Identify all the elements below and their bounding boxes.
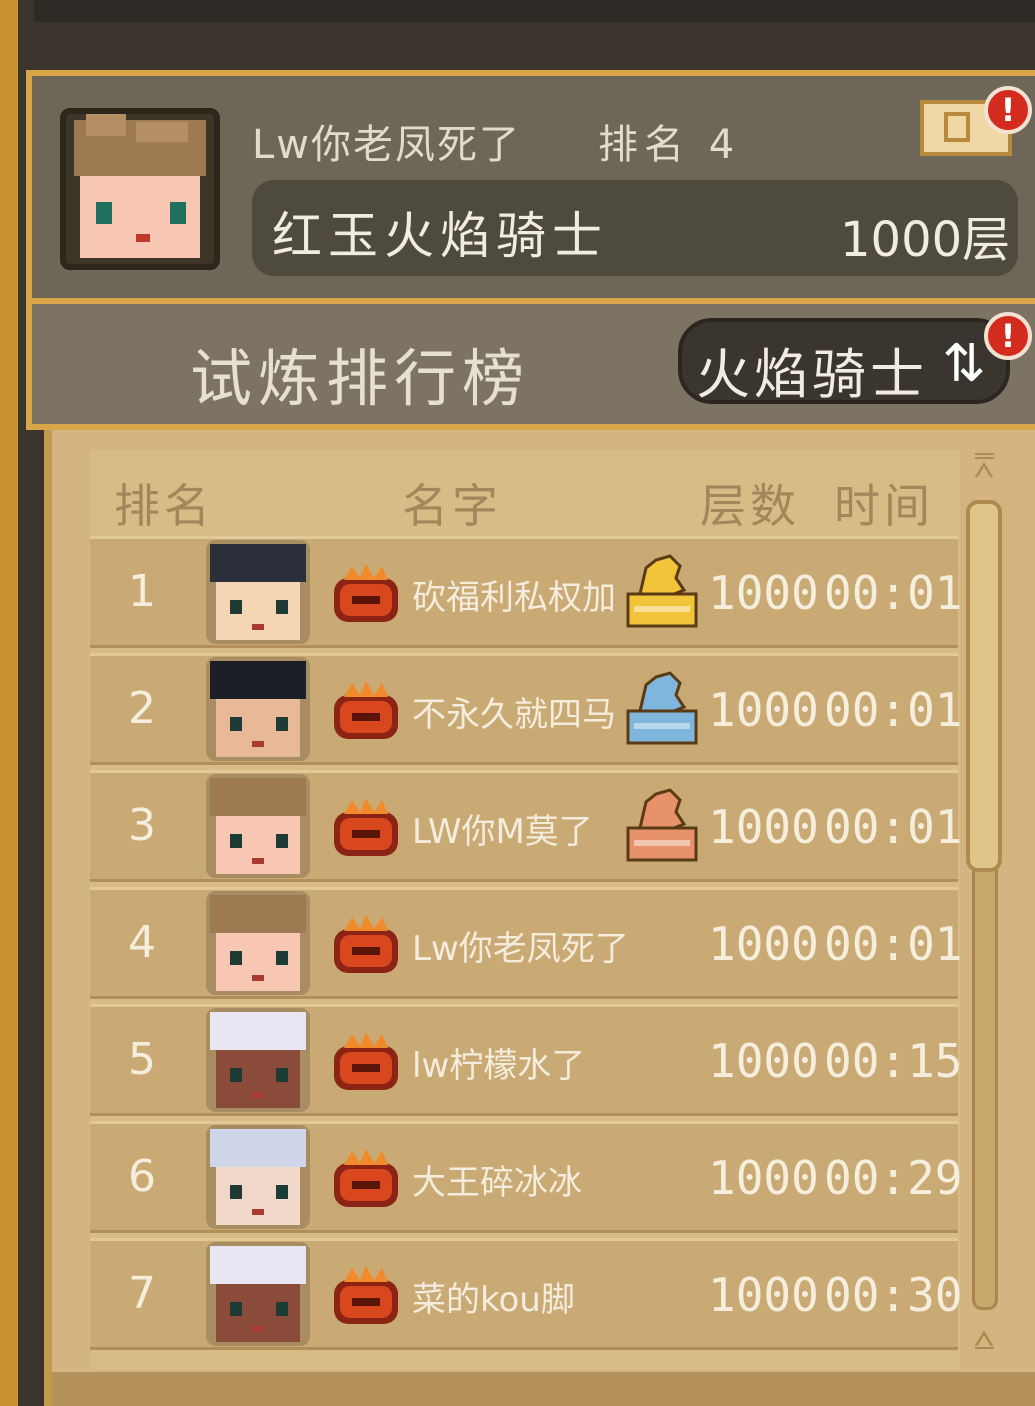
row-time: 00:29	[824, 1151, 963, 1205]
row-rank: 6	[128, 1151, 156, 1202]
row-player-name: 砍福利私权加	[412, 578, 616, 618]
row-rank: 1	[128, 566, 156, 617]
row-floor: 1000	[708, 1034, 819, 1088]
row-time: 00:01	[824, 917, 963, 971]
player-rank-value: 4	[708, 122, 741, 168]
player-name: Lw你老凤死了	[252, 122, 521, 168]
row-time: 00:01	[824, 800, 963, 854]
row-player-name: LW你M莫了	[412, 812, 593, 852]
row-floor: 1000	[708, 800, 819, 854]
header-name: 名字	[402, 479, 502, 533]
row-rank: 4	[128, 917, 156, 968]
player-floor: 1000层	[840, 212, 1011, 268]
flame-helmet-icon	[330, 796, 402, 858]
scrollbar-thumb[interactable]	[966, 500, 1002, 872]
leaderboard-title: 试炼排行榜	[190, 342, 531, 415]
avatar[interactable]	[206, 1125, 310, 1229]
flame-helmet-icon	[330, 1264, 402, 1326]
panel-bottom-edge	[52, 1372, 1035, 1406]
row-floor: 1000	[708, 917, 819, 971]
header-time: 时间	[834, 479, 934, 533]
row-floor: 1000	[708, 1268, 819, 1322]
avatar[interactable]	[206, 891, 310, 995]
row-time: 00:30	[824, 1268, 963, 1322]
switch-alert-badge: !	[984, 312, 1032, 360]
row-player-name: 大王碎冰冰	[412, 1163, 582, 1203]
row-floor: 1000	[708, 683, 819, 737]
ticket-alert-badge: !	[984, 86, 1032, 134]
row-player-name: lw柠檬水了	[412, 1046, 586, 1086]
avatar[interactable]	[206, 657, 310, 761]
row-time: 00:01	[824, 566, 963, 620]
row-time: 00:01	[824, 683, 963, 737]
row-player-name: Lw你老凤死了	[412, 929, 629, 969]
row-time: 00:15	[824, 1034, 963, 1088]
row-rank: 7	[128, 1268, 156, 1319]
scroll-down-icon[interactable]: ⩟	[962, 1318, 1006, 1358]
flame-helmet-icon	[330, 1030, 402, 1092]
avatar[interactable]	[206, 774, 310, 878]
avatar[interactable]	[206, 1242, 310, 1346]
player-title: 红玉火焰骑士	[272, 207, 608, 265]
top-frame	[0, 0, 1035, 22]
row-floor: 1000	[708, 1151, 819, 1205]
gold-trophy-icon	[626, 550, 698, 628]
row-player-name: 不永久就四马	[412, 695, 616, 735]
flame-helmet-icon	[330, 1147, 402, 1209]
row-rank: 5	[128, 1034, 156, 1085]
player-rank-label: 排名	[598, 122, 690, 168]
row-floor: 1000	[708, 566, 819, 620]
row-rank: 3	[128, 800, 156, 851]
flame-helmet-icon	[330, 679, 402, 741]
flame-helmet-icon	[330, 562, 402, 624]
row-rank: 2	[128, 683, 156, 734]
scroll-up-icon[interactable]: ⩞	[962, 446, 1006, 486]
flame-helmet-icon	[330, 913, 402, 975]
silver-trophy-icon	[626, 667, 698, 745]
player-rank: 排名 4	[598, 112, 740, 170]
row-player-name: 菜的kou脚	[412, 1280, 575, 1320]
class-switch-label[interactable]: 火焰骑士	[696, 330, 928, 409]
header-floor: 层数	[700, 479, 800, 533]
ticket-icon-mark	[944, 112, 970, 142]
left-frame	[0, 0, 18, 1406]
player-avatar	[60, 108, 220, 270]
player-avatar-face	[66, 114, 214, 264]
bronze-trophy-icon	[626, 784, 698, 862]
avatar[interactable]	[206, 1008, 310, 1112]
avatar[interactable]	[206, 540, 310, 644]
header-rank: 排名	[114, 479, 214, 533]
